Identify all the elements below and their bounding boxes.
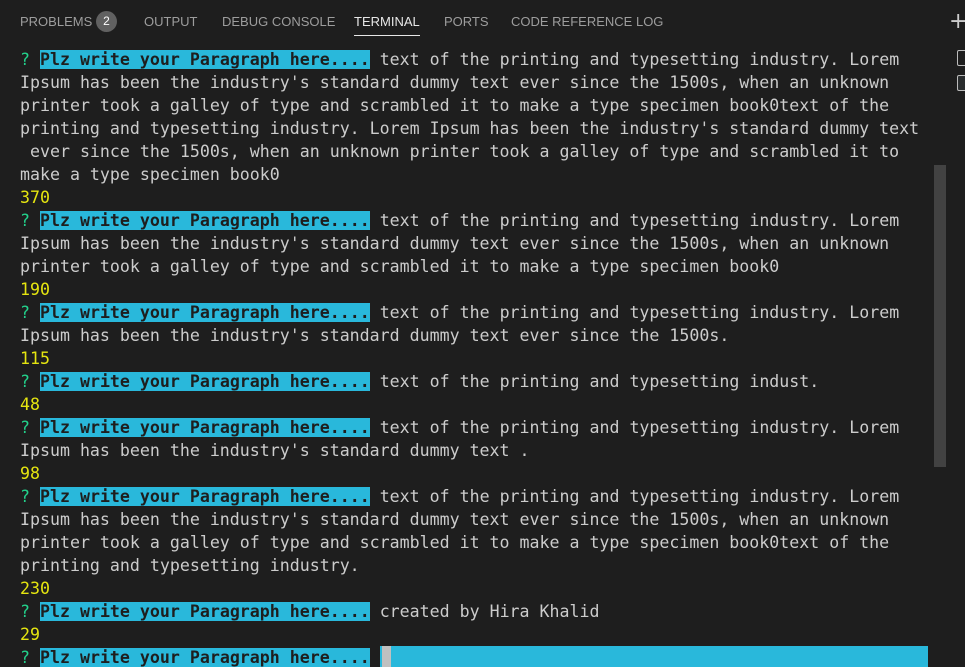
tab-ports-label: PORTS [444,14,489,29]
answer-text: text of the printing and typesetting ind… [379,50,900,69]
character-count: 190 [20,280,50,299]
terminal-output[interactable]: ? Plz write your Paragraph here.... text… [0,48,934,667]
tab-problems-label: PROBLEMS [20,14,93,29]
prompt-line: ? Plz write your Paragraph here.... text… [20,209,930,232]
question-mark: ? [20,602,30,621]
tab-output[interactable]: OUTPUT [144,0,197,44]
character-count: 98 [20,464,40,483]
terminal-instance-icon[interactable] [957,75,965,91]
prompt-line: ? Plz write your Paragraph here.... text… [20,301,930,324]
text-cursor [381,646,391,667]
character-count: 48 [20,395,40,414]
question-mark: ? [20,487,30,506]
tab-problems[interactable]: PROBLEMS [20,0,92,44]
tab-terminal[interactable]: TERMINAL [354,0,420,44]
prompt-label: Plz write your Paragraph here.... [40,303,370,322]
character-count: 115 [20,349,50,368]
question-mark: ? [20,648,30,667]
answer-continuation: printer took a galley of type and scramb… [20,257,780,276]
prompt-label: Plz write your Paragraph here.... [40,487,370,506]
answer-text: text of the printing and typesetting ind… [379,211,900,230]
answer-continuation: make a type specimen book0 [20,165,280,184]
tab-terminal-label: TERMINAL [354,14,420,29]
answer-text: text of the printing and typesetting ind… [379,487,900,506]
answer-continuation: ever since the 1500s, when an unknown pr… [20,142,900,161]
tab-code-reference-log-label: CODE REFERENCE LOG [511,14,664,29]
character-count: 230 [20,579,50,598]
answer-continuation: Ipsum has been the industry's standard d… [20,73,890,92]
problems-count-badge: 2 [96,11,117,32]
terminal-scrollbar-thumb[interactable] [934,165,946,467]
prompt-label: Plz write your Paragraph here.... [40,211,370,230]
prompt-line: ? Plz write your Paragraph here.... text… [20,485,930,508]
prompt-line: ? Plz write your Paragraph here.... text… [20,48,930,71]
character-count: 370 [20,188,50,207]
active-tab-indicator [354,35,420,36]
prompt-label: Plz write your Paragraph here.... [40,648,370,667]
question-mark: ? [20,50,30,69]
tab-debug-console[interactable]: DEBUG CONSOLE [222,0,335,44]
answer-continuation: printing and typesetting industry. Lorem… [20,119,920,138]
question-mark: ? [20,211,30,230]
active-prompt-line: ? Plz write your Paragraph here.... [20,646,930,667]
answer-continuation: Ipsum has been the industry's standard d… [20,441,530,460]
answer-continuation: printer took a galley of type and scramb… [20,533,890,552]
answer-continuation: printer took a galley of type and scramb… [20,96,890,115]
answer-text: text of the printing and typesetting ind… [379,418,900,437]
answer-continuation: Ipsum has been the industry's standard d… [20,326,730,345]
answer-text: created by Hira Khalid [379,602,600,621]
question-mark: ? [20,303,30,322]
prompt-line: ? Plz write your Paragraph here.... text… [20,370,930,393]
tab-output-label: OUTPUT [144,14,198,29]
prompt-label: Plz write your Paragraph here.... [40,372,370,391]
prompt-line: ? Plz write your Paragraph here.... text… [20,416,930,439]
prompt-label: Plz write your Paragraph here.... [40,418,370,437]
terminal-lines: ? Plz write your Paragraph here.... text… [20,48,930,667]
question-mark: ? [20,418,30,437]
answer-continuation: Ipsum has been the industry's standard d… [20,234,890,253]
terminal-input-field[interactable] [379,646,928,667]
answer-text: text of the printing and typesetting ind… [379,372,820,391]
answer-continuation: printing and typesetting industry. [20,556,360,575]
tab-ports[interactable]: PORTS [444,0,489,44]
question-mark: ? [20,372,30,391]
prompt-label: Plz write your Paragraph here.... [40,50,370,69]
character-count: 29 [20,625,40,644]
terminal-split-icon[interactable] [957,50,965,66]
tab-debug-console-label: DEBUG CONSOLE [222,14,336,29]
answer-text: text of the printing and typesetting ind… [379,303,900,322]
new-terminal-plus-icon[interactable]: + [949,8,965,36]
prompt-line: ? Plz write your Paragraph here.... crea… [20,600,930,623]
answer-continuation: Ipsum has been the industry's standard d… [20,510,890,529]
panel-tab-bar: PROBLEMS 2 OUTPUT DEBUG CONSOLE TERMINAL… [0,0,965,44]
prompt-label: Plz write your Paragraph here.... [40,602,370,621]
tab-code-reference-log[interactable]: CODE REFERENCE LOG [511,0,663,44]
